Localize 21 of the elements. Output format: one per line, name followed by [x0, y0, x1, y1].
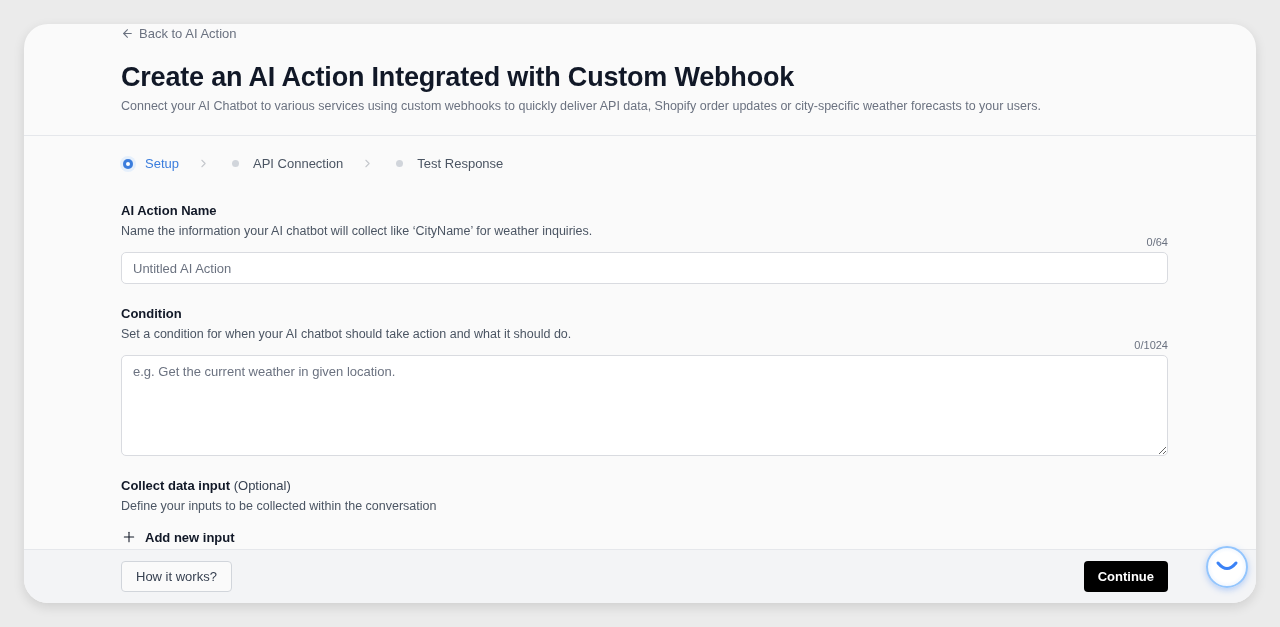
page-title: Create an AI Action Integrated with Custom Webhook	[121, 62, 796, 93]
field-description: Name the information your AI chatbot will collect like ‘CityName’ for weather inquiries.	[121, 224, 594, 238]
help-button[interactable]: How it works?	[121, 561, 232, 592]
plus-icon	[121, 529, 137, 545]
step-tab[interactable]: Setup	[121, 156, 179, 171]
step-tab[interactable]: Test Response	[392, 156, 504, 171]
back-link[interactable]: Back to AI Action	[121, 26, 237, 41]
character-counter: 0/64	[1146, 236, 1168, 248]
arrow-left-icon	[121, 27, 134, 40]
field-label: AI Action Name	[121, 203, 218, 218]
continue-button[interactable]: Continue	[1083, 561, 1168, 592]
field-label: Condition	[121, 306, 183, 321]
add-input-button[interactable]: Add new input	[121, 529, 235, 545]
step-tab[interactable]: API Connection	[228, 156, 344, 171]
page-subtitle: Connect your AI Chatbot to various services using custom webhooks to quickly deliver API data, Shopify order updates or city-specific weather forecasts to your users.	[121, 99, 1042, 113]
condition-field[interactable]: e.g. Get the current weather in given location.	[121, 355, 1168, 456]
field-description: Set a condition for when your AI chatbot should take action and what it should do.	[121, 327, 573, 341]
section-label: Collect data input (Optional)	[121, 478, 292, 493]
name-field[interactable]: Untitled AI Action	[121, 252, 1168, 284]
character-counter: 0/1024	[1134, 339, 1168, 351]
section-description: Define your inputs to be collected within the conversation	[121, 499, 438, 513]
